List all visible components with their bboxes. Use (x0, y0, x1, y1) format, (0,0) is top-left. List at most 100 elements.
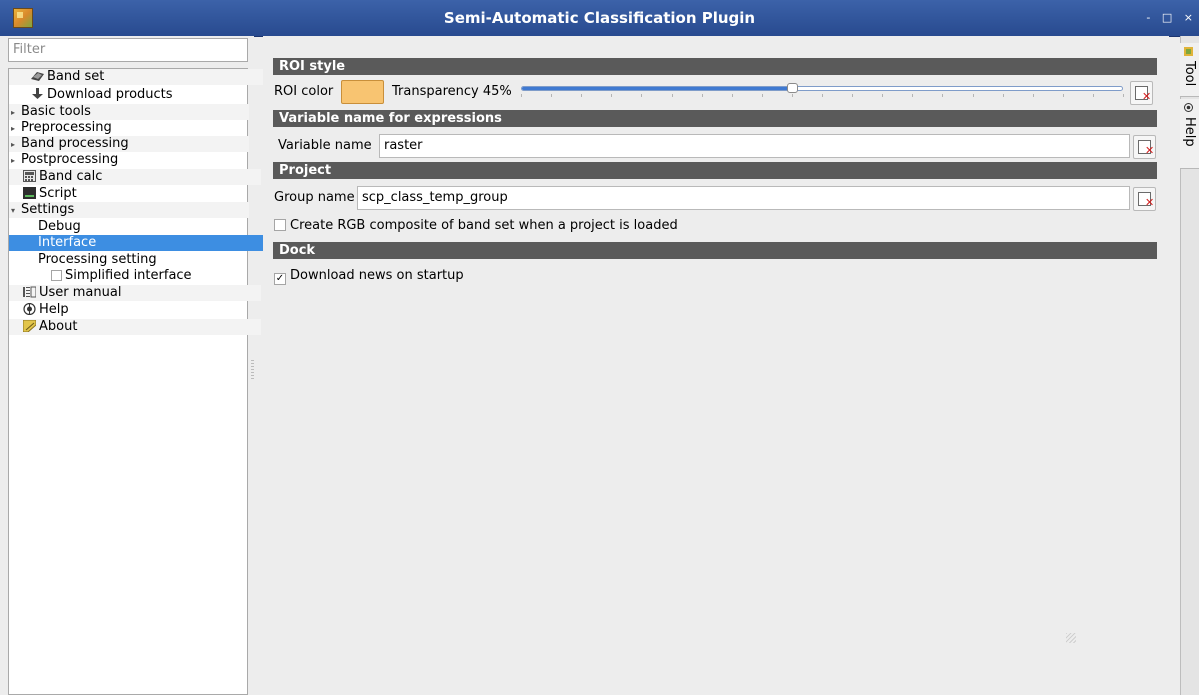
slider-tick (1003, 94, 1004, 97)
tree-item-label: User manual (39, 285, 122, 300)
about-icon (22, 319, 37, 333)
script-icon (23, 187, 36, 199)
download-news-option[interactable]: ✓ Download news on startup (274, 268, 464, 285)
reset-group-name-button[interactable]: ✕ (1133, 187, 1156, 211)
tree-item-band-calc[interactable]: Band calc (9, 169, 261, 185)
slider-tick (1033, 94, 1034, 97)
group-name-input[interactable]: scp_class_temp_group (357, 186, 1130, 210)
slider-tick (732, 94, 733, 97)
slider-tick (611, 94, 612, 97)
tree-item-label: Processing setting (38, 252, 157, 267)
rgb-composite-checkbox[interactable] (274, 219, 286, 231)
tree-item-label: Preprocessing (21, 120, 112, 135)
download-icon (31, 88, 44, 100)
group-name-label: Group name (274, 190, 355, 205)
window-controls[interactable]: - □ × (1146, 11, 1197, 24)
tree-item-band-set[interactable]: Band set (9, 69, 269, 85)
section-header-project: Project (273, 162, 1157, 179)
tree-item-basic-tools[interactable]: ▸ Basic tools (9, 104, 249, 120)
resize-grip[interactable] (1066, 633, 1076, 643)
chevron-right-icon[interactable]: ▸ (11, 121, 21, 137)
tree-item-download-products[interactable]: Download products (9, 87, 269, 103)
tree-item-label: Band calc (39, 169, 103, 184)
slider-tick (1123, 94, 1124, 97)
slider-tick (551, 94, 552, 97)
slider-tick (942, 94, 943, 97)
variable-name-input[interactable]: raster (379, 134, 1130, 158)
tab-tool-label: Tool (1182, 61, 1197, 87)
left-panel: Filter Band set Download products ▸ Basic… (0, 36, 276, 695)
tree-item-preprocessing[interactable]: ▸ Preprocessing (9, 120, 249, 136)
section-header-variable-name: Variable name for expressions (273, 110, 1157, 127)
tree-item-label: Script (39, 186, 77, 201)
tree-item-label: Basic tools (21, 104, 91, 119)
slider-tick (822, 94, 823, 97)
delete-icon: ✕ (1142, 90, 1152, 103)
tree-item-help[interactable]: Help (9, 302, 261, 318)
slider-tick (1063, 94, 1064, 97)
navigation-tree: Band set Download products ▸ Basic tools … (8, 68, 276, 695)
title-bar: Semi-Automatic Classification Plugin - □… (0, 0, 1199, 37)
tree-item-script[interactable]: Script (9, 186, 261, 202)
manual-icon (23, 286, 37, 298)
help-icon (1184, 103, 1193, 112)
download-news-checkbox[interactable]: ✓ (274, 273, 286, 285)
variable-name-label: Variable name (278, 138, 372, 153)
slider-tick (762, 94, 763, 97)
slider-tick (641, 94, 642, 97)
delete-icon: ✕ (1145, 196, 1155, 209)
tool-icon (1184, 47, 1193, 56)
roi-color-label: ROI color (274, 84, 334, 99)
tree-item-interface[interactable]: Interface (9, 235, 276, 251)
main-panel: ROI style ROI color Transparency 45% ✕ V… (263, 36, 1169, 695)
reset-variable-name-button[interactable]: ✕ (1133, 135, 1156, 159)
tree-item-label: Band processing (21, 136, 129, 151)
tree-item-postprocessing[interactable]: ▸ Postprocessing (9, 152, 249, 168)
chevron-right-icon[interactable]: ▸ (11, 137, 21, 153)
transparency-slider[interactable] (521, 86, 1123, 91)
reset-roi-style-button[interactable]: ✕ (1130, 81, 1153, 105)
window-title: Semi-Automatic Classification Plugin (443, 9, 756, 27)
tree-item-settings[interactable]: ▾ Settings (9, 202, 249, 218)
slider-tick (521, 94, 522, 97)
tree-item-label: Settings (21, 202, 75, 217)
simplified-interface-checkbox[interactable] (51, 270, 62, 281)
tree-item-label: Interface (38, 235, 97, 250)
tree-item-label: About (39, 319, 78, 334)
tree-item-label: Postprocessing (21, 152, 119, 167)
calculator-icon (23, 170, 36, 182)
band-set-icon (31, 70, 44, 82)
rgb-composite-option[interactable]: Create RGB composite of band set when a … (274, 218, 678, 234)
rgb-composite-label: Create RGB composite of band set when a … (290, 218, 678, 233)
tab-tool[interactable]: Tool (1180, 43, 1199, 97)
tree-item-processing-setting[interactable]: Processing setting (9, 252, 276, 268)
tree-item-label: Help (39, 302, 69, 317)
tree-item-about[interactable]: About (9, 319, 261, 335)
slider-tick (852, 94, 853, 97)
splitter-handle[interactable] (251, 360, 254, 380)
tree-item-label: Download products (47, 87, 173, 102)
slider-tick (1093, 94, 1094, 97)
slider-tick (702, 94, 703, 97)
tree-item-debug[interactable]: Debug (9, 219, 276, 235)
tree-item-label: Band set (47, 69, 105, 84)
tree-item-label: Debug (38, 219, 81, 234)
roi-color-button[interactable] (341, 80, 384, 104)
tree-item-simplified-interface[interactable]: Simplified interface (9, 268, 289, 284)
chevron-right-icon[interactable]: ▸ (11, 153, 21, 169)
slider-tick (912, 94, 913, 97)
slider-handle[interactable] (786, 83, 798, 93)
delete-icon: ✕ (1145, 144, 1155, 157)
chevron-right-icon[interactable]: ▸ (11, 105, 21, 121)
filter-input[interactable]: Filter (8, 38, 248, 62)
section-header-roi-style: ROI style (273, 58, 1157, 75)
chevron-down-icon[interactable]: ▾ (11, 203, 21, 219)
tree-item-band-processing[interactable]: ▸ Band processing (9, 136, 249, 152)
tab-help[interactable]: Help (1180, 99, 1199, 169)
slider-tick (882, 94, 883, 97)
help-icon (23, 302, 36, 316)
tree-item-user-manual[interactable]: User manual (9, 285, 261, 301)
slider-tick (973, 94, 974, 97)
transparency-label: Transparency 45% (392, 84, 512, 99)
tree-item-label: Simplified interface (65, 268, 192, 283)
